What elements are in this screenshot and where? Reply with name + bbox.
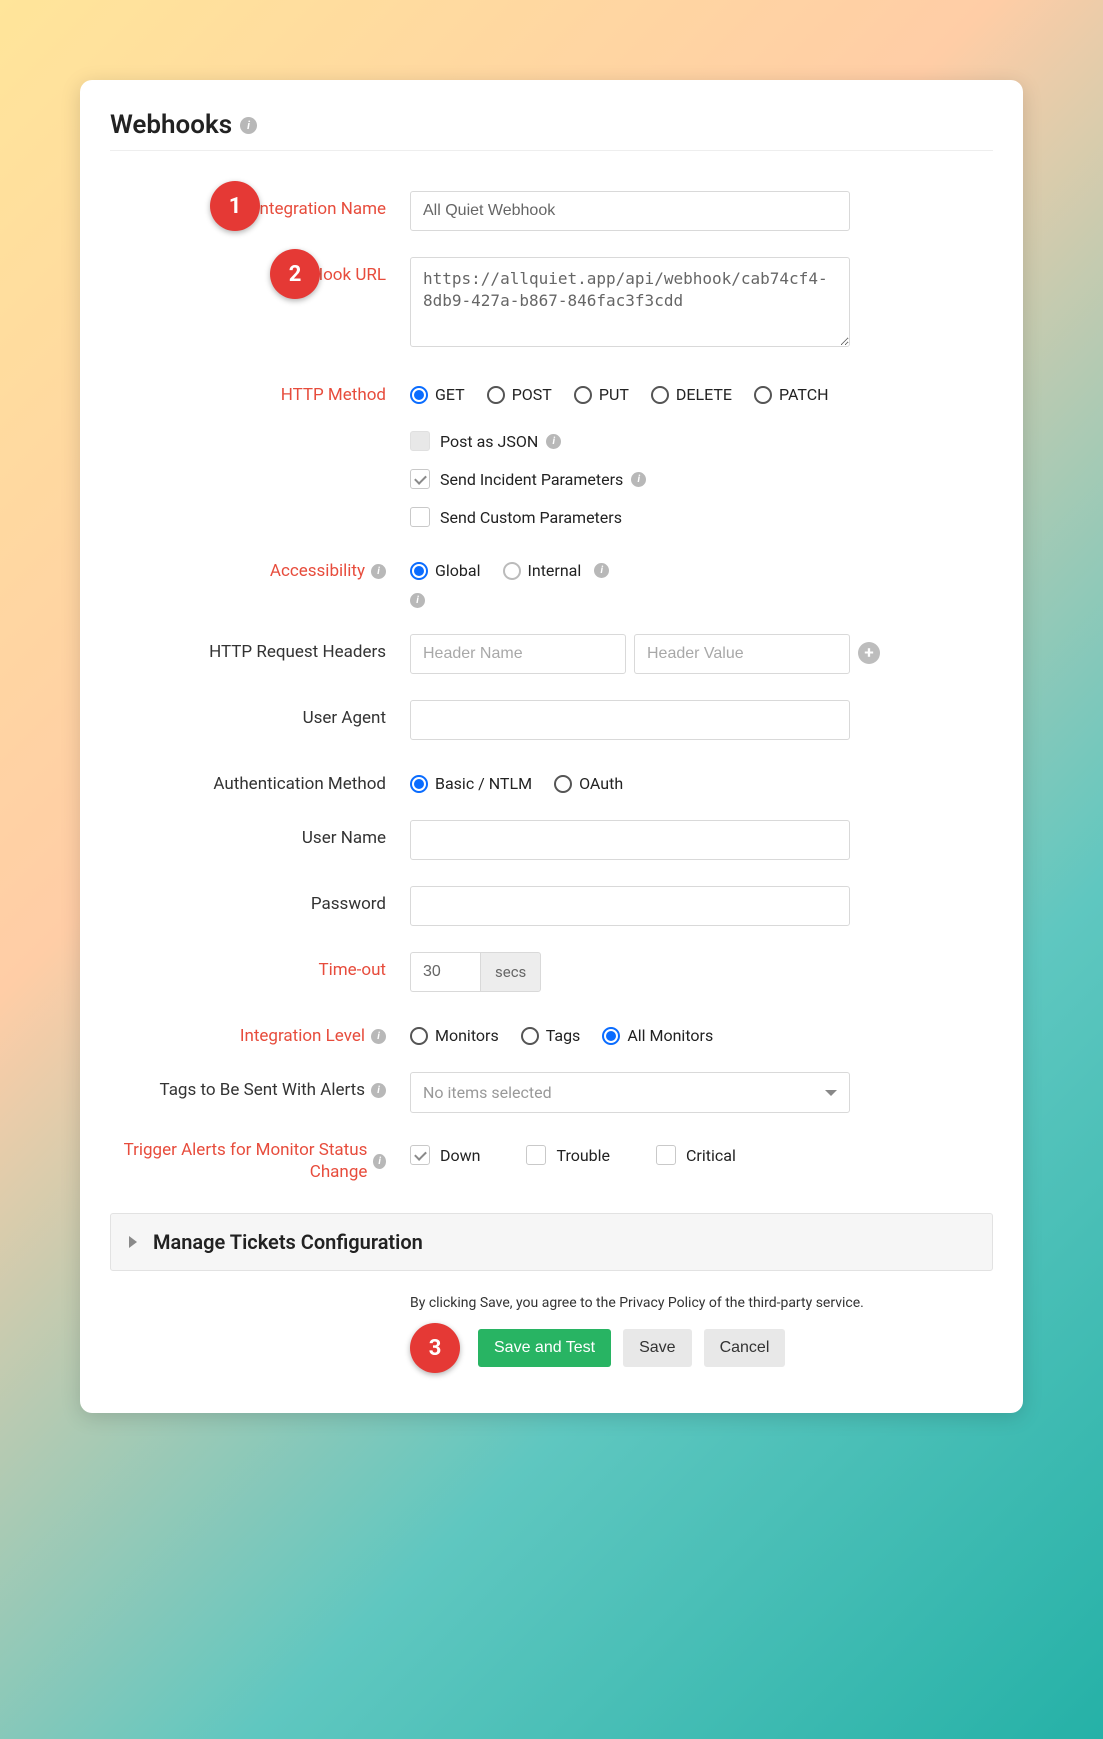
auth-basic-ntlm[interactable]: Basic / NTLM: [410, 774, 532, 793]
user-name-input[interactable]: [410, 820, 850, 860]
add-header-button[interactable]: +: [858, 642, 880, 664]
trigger-critical-checkbox[interactable]: [656, 1145, 676, 1165]
http-method-patch[interactable]: PATCH: [754, 385, 829, 404]
page-title-text: Webhooks: [110, 110, 232, 140]
step-badge-3: 3: [410, 1323, 460, 1373]
disclaimer-text: By clicking Save, you agree to the Priva…: [410, 1295, 993, 1311]
trigger-trouble-label: Trouble: [556, 1146, 610, 1165]
timeout-unit: secs: [480, 952, 541, 992]
integration-name-input[interactable]: [410, 191, 850, 231]
label-accessibility: Accessibility i: [110, 553, 410, 581]
timeout-input[interactable]: [410, 952, 480, 992]
trigger-critical-label: Critical: [686, 1146, 736, 1165]
info-icon[interactable]: i: [410, 593, 425, 608]
info-icon[interactable]: i: [546, 434, 561, 449]
cancel-button[interactable]: Cancel: [704, 1329, 786, 1367]
webhooks-card: Webhooks i Integration Name 1 Hook URL 2…: [80, 80, 1023, 1413]
save-and-test-button[interactable]: Save and Test: [478, 1329, 611, 1367]
http-method-delete[interactable]: DELETE: [651, 385, 732, 404]
label-user-agent: User Agent: [110, 700, 410, 728]
send-custom-checkbox[interactable]: [410, 507, 430, 527]
post-as-json-checkbox: [410, 431, 430, 451]
send-incident-label: Send Incident Parameters: [440, 470, 623, 489]
info-icon[interactable]: i: [373, 1154, 386, 1169]
label-integration-level: Integration Level i: [110, 1018, 410, 1046]
label-http-headers: HTTP Request Headers: [110, 634, 410, 662]
label-http-method: HTTP Method: [110, 377, 410, 405]
header-value-input[interactable]: [634, 634, 850, 674]
header-name-input[interactable]: [410, 634, 626, 674]
step-badge-1: 1: [210, 181, 260, 231]
user-agent-input[interactable]: [410, 700, 850, 740]
chevron-down-icon: [825, 1090, 837, 1096]
info-icon[interactable]: i: [240, 117, 257, 134]
chevron-right-icon: [129, 1236, 137, 1248]
label-integration-name: Integration Name: [110, 191, 410, 219]
page-title: Webhooks i: [110, 110, 993, 151]
hook-url-input[interactable]: https://allquiet.app/api/webhook/cab74cf…: [410, 257, 850, 347]
password-input[interactable]: [410, 886, 850, 926]
save-button[interactable]: Save: [623, 1329, 691, 1367]
trigger-down-checkbox[interactable]: [410, 1145, 430, 1165]
http-method-post[interactable]: POST: [487, 385, 552, 404]
label-password: Password: [110, 886, 410, 914]
level-tags[interactable]: Tags: [521, 1026, 581, 1045]
info-icon[interactable]: i: [631, 472, 646, 487]
info-icon[interactable]: i: [371, 1029, 386, 1044]
label-trigger-alerts: Trigger Alerts for Monitor Status Change…: [110, 1139, 410, 1183]
level-monitors[interactable]: Monitors: [410, 1026, 499, 1045]
trigger-down-label: Down: [440, 1146, 480, 1165]
manage-tickets-accordion[interactable]: Manage Tickets Configuration: [110, 1213, 993, 1271]
level-all-monitors[interactable]: All Monitors: [602, 1026, 713, 1045]
trigger-trouble-checkbox[interactable]: [526, 1145, 546, 1165]
info-icon[interactable]: i: [371, 1083, 386, 1098]
send-incident-checkbox[interactable]: [410, 469, 430, 489]
post-as-json-label: Post as JSON: [440, 432, 538, 451]
info-icon[interactable]: i: [371, 564, 386, 579]
accessibility-global[interactable]: Global: [410, 561, 481, 580]
tags-dropdown-value: No items selected: [423, 1083, 552, 1102]
info-icon[interactable]: i: [594, 563, 609, 578]
accordion-title: Manage Tickets Configuration: [153, 1230, 423, 1254]
label-hook-url: Hook URL: [110, 257, 410, 285]
label-timeout: Time-out: [110, 952, 410, 980]
auth-oauth[interactable]: OAuth: [554, 774, 623, 793]
tags-dropdown[interactable]: No items selected: [410, 1072, 850, 1113]
send-custom-label: Send Custom Parameters: [440, 508, 622, 527]
http-method-get[interactable]: GET: [410, 385, 465, 404]
label-user-name: User Name: [110, 820, 410, 848]
http-method-put[interactable]: PUT: [574, 385, 629, 404]
accessibility-internal[interactable]: Internali: [503, 561, 610, 580]
label-auth-method: Authentication Method: [110, 766, 410, 794]
step-badge-2: 2: [270, 249, 320, 299]
label-tags-to-send: Tags to Be Sent With Alerts i: [110, 1072, 410, 1100]
